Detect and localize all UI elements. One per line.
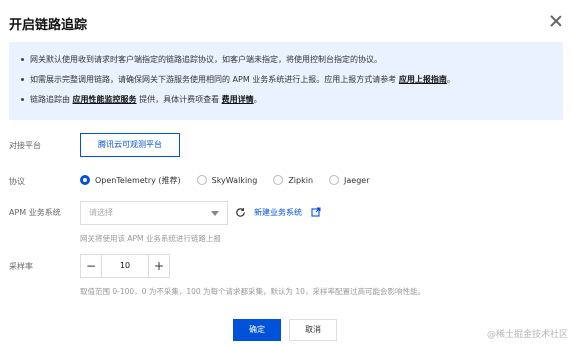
radio-checked-icon (80, 175, 90, 185)
close-icon[interactable] (548, 13, 564, 29)
notice-line-2: 如需展示完整调用链路，请确保网关下游服务使用相同的 APM 业务系统进行上报。应… (21, 70, 551, 90)
protocol-radio-group: OpenTelemetry (推荐) SkyWalking Zipkin Jae… (80, 170, 386, 190)
increment-button[interactable]: + (148, 255, 169, 277)
apm-select-placeholder: 请选择 (89, 208, 113, 217)
platform-label: 对接平台 (9, 141, 41, 150)
apm-label: APM 业务系统 (9, 208, 61, 217)
bullet-icon (21, 58, 24, 61)
radio-unchecked-icon (273, 175, 284, 185)
bullet-icon (21, 98, 24, 101)
sample-rate-label: 采样率 (9, 262, 33, 271)
dialog-title: 开启链路追踪 (9, 18, 88, 33)
new-system-link[interactable]: 新建业务系统 (254, 207, 302, 218)
pricing-link[interactable]: 费用详情 (222, 95, 254, 104)
refresh-icon[interactable] (235, 207, 246, 218)
radio-unchecked-icon (196, 175, 207, 185)
apm-select[interactable]: 请选择 (80, 201, 228, 225)
radio-opentelemetry[interactable]: OpenTelemetry (推荐) (80, 175, 181, 186)
protocol-label: 协议 (9, 177, 25, 186)
radio-unchecked-icon (329, 175, 340, 185)
external-link-icon[interactable] (311, 207, 321, 217)
radio-jaeger[interactable]: Jaeger (329, 175, 370, 185)
bullet-icon (21, 78, 24, 81)
apm-service-link[interactable]: 应用性能监控服务 (73, 95, 137, 104)
notice-line-1: 网关默认使用收到请求时客户端指定的链路追踪协议，如客户端未指定，将使用控制台指定… (21, 50, 551, 70)
cancel-button[interactable]: 取消 (289, 319, 337, 341)
chevron-down-icon (211, 211, 219, 216)
radio-zipkin[interactable]: Zipkin (273, 175, 313, 185)
decrement-button[interactable]: − (81, 255, 102, 277)
notice-line-3: 链路追踪由 应用性能监控服务 提供，具体计费项查看 费用详情。 (21, 90, 551, 110)
apm-hint: 网关将使用该 APM 业务系统进行链路上报 (80, 234, 221, 243)
report-guide-link[interactable]: 应用上报指南 (399, 75, 447, 84)
confirm-button[interactable]: 确定 (233, 319, 281, 341)
platform-button[interactable]: 腾讯云可观测平台 (80, 133, 180, 157)
watermark: @稀土掘金技术社区 (486, 330, 568, 340)
sample-rate-stepper: − 10 + (80, 254, 170, 278)
info-notice: 网关默认使用收到请求时客户端指定的链路追踪协议，如客户端未指定，将使用控制台指定… (9, 42, 563, 120)
radio-skywalking[interactable]: SkyWalking (196, 175, 257, 185)
sample-rate-input[interactable]: 10 (101, 255, 149, 277)
sample-rate-hint: 取值范围 0-100，0 为不采集，100 为每个请求都采集，默认为 10，采样… (80, 287, 425, 296)
